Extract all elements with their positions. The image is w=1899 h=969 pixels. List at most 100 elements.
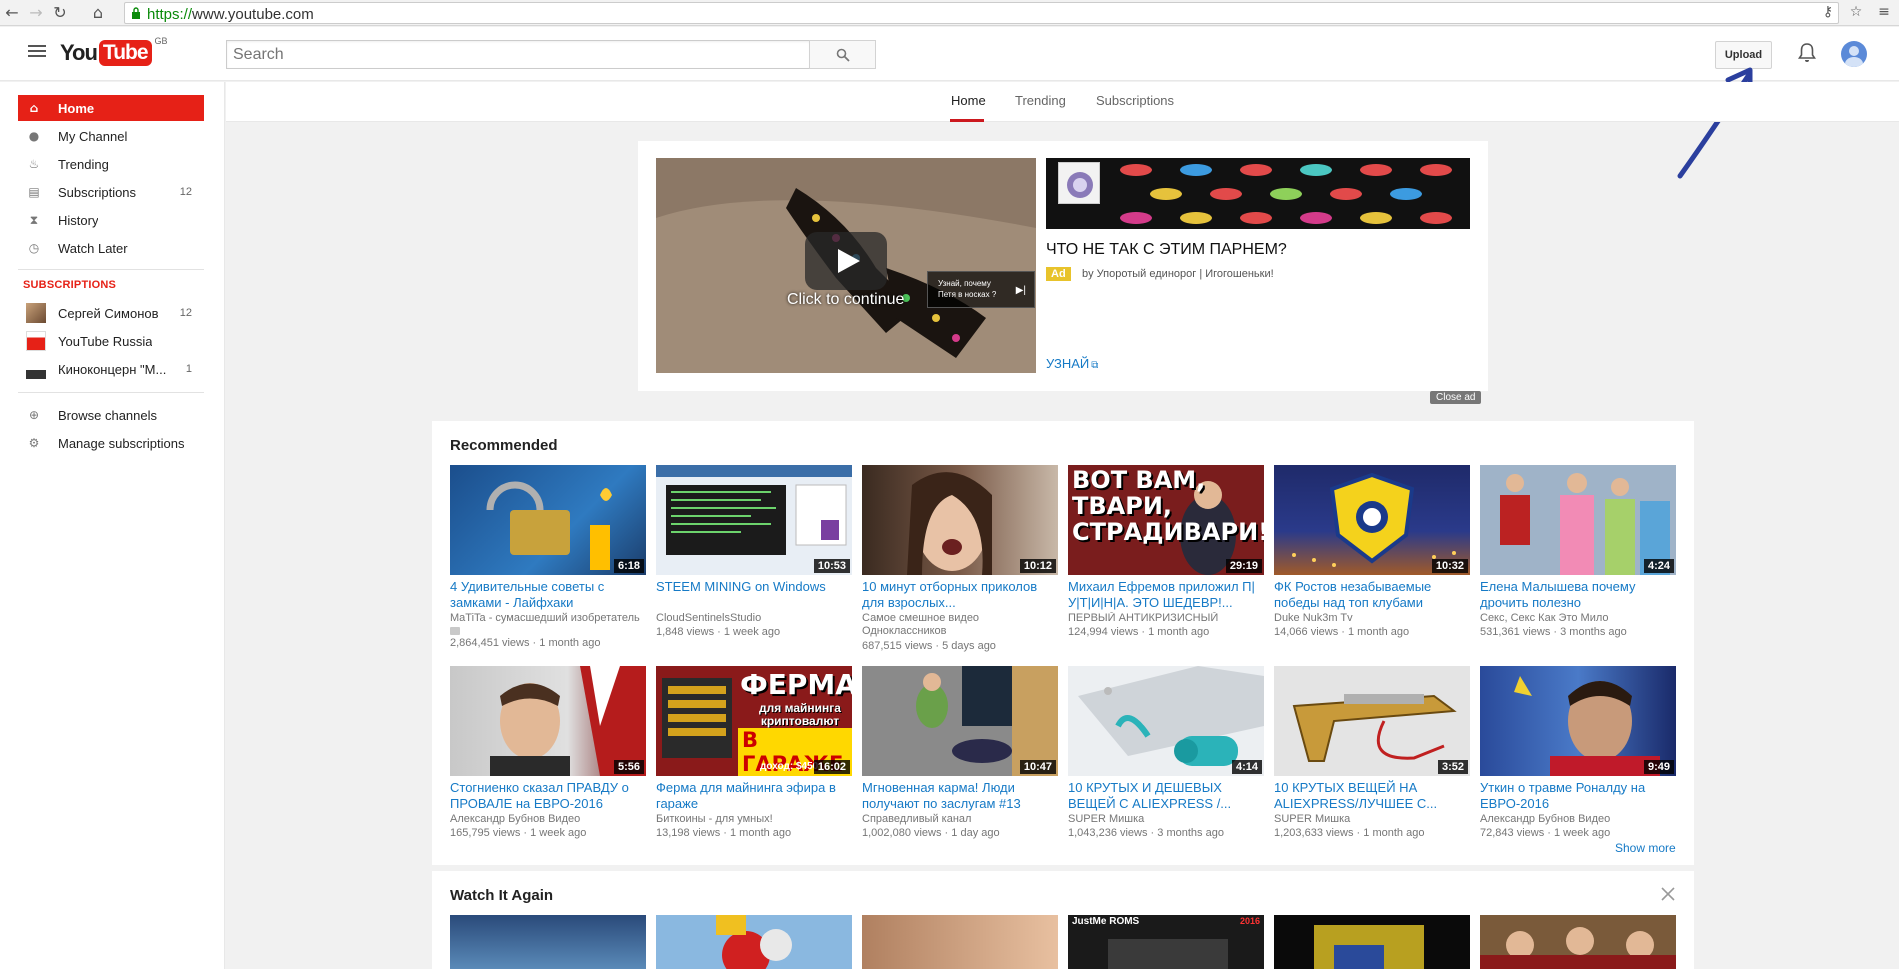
video-channel[interactable]: Справедливый канал [862,813,1058,825]
video-card[interactable]: 4:14 10 КРУТЫХ И ДЕШЕВЫХ ВЕЩЕЙ С ALIEXPR… [1068,666,1264,839]
video-thumbnail[interactable] [1480,915,1676,969]
video-card[interactable]: 10:53 STEEM MINING on Windows CloudSenti… [656,465,852,638]
video-thumbnail[interactable] [1274,915,1470,969]
video-channel[interactable]: Самое смешное видео Одноклассников [862,612,1058,638]
play-icon[interactable] [805,232,887,290]
video-card[interactable]: ФЕРМА для майнинга криптовалют В ГАРАЖЕ … [656,666,852,839]
video-title[interactable]: Михаил Ефремов приложил П|У|Т|И|Н|А. ЭТО… [1068,579,1264,611]
video-card[interactable]: ВОТ ВАМ, ТВАРИ, СТРАДИВАРИ! 29:19 Михаил… [1068,465,1264,638]
ad-title[interactable]: ЧТО НЕ ТАК С ЭТИМ ПАРНЕМ? [1046,241,1287,259]
tab-trending[interactable]: Trending [1015,93,1066,108]
video-thumbnail[interactable]: JustMe ROMS 2016 [1068,915,1264,969]
sidebar-channel-youtube-russia[interactable]: YouTube Russia [18,328,204,354]
guide-menu-icon[interactable] [28,45,46,61]
ad-channel-avatar[interactable] [1058,162,1100,204]
video-title[interactable]: Елена Малышева почему дрочить полезно [1480,579,1676,611]
video-thumbnail[interactable]: 10:47 [862,666,1058,776]
video-thumbnail[interactable] [450,915,646,969]
subscriptions-heading[interactable]: SUBSCRIPTIONS [23,279,116,291]
video-card[interactable]: 3:52 10 КРУТЫХ ВЕЩЕЙ НА ALIEXPRESS/ЛУЧШЕ… [1274,666,1470,839]
video-card[interactable]: 4:24 Елена Малышева почему дрочить полез… [1480,465,1676,638]
ad-video-player[interactable]: Click to continue Узнай, почему Петя в н… [656,158,1036,373]
video-title[interactable]: 10 КРУТЫХ И ДЕШЕВЫХ ВЕЩЕЙ С ALIEXPRESS /… [1068,780,1264,812]
video-card[interactable]: 5:56 Стогниенко сказал ПРАВДУ о ПРОВАЛЕ … [450,666,646,839]
notifications-bell-icon[interactable] [1797,42,1817,64]
video-channel[interactable]: Duke Nuk3m Tv [1274,612,1470,624]
video-thumbnail[interactable]: 4:24 [1480,465,1676,575]
video-channel[interactable]: MaTiTa - сумасшедший изобретатель [450,612,646,624]
key-icon[interactable]: ⚷ [1819,3,1837,21]
video-title[interactable]: 10 минут отборных приколов для взрослых.… [862,579,1058,611]
video-channel[interactable]: Секс, Секс Как Это Мило [1480,612,1676,624]
video-channel[interactable]: SUPER Мишка [1068,813,1264,825]
video-channel[interactable]: SUPER Мишка [1274,813,1470,825]
video-channel[interactable]: Биткоины - для умных! [656,813,852,825]
video-thumbnail[interactable]: ВОТ ВАМ, ТВАРИ, СТРАДИВАРИ! 29:19 [1068,465,1264,575]
click-to-continue-label[interactable]: Click to continue [787,291,904,309]
sidebar-item-label: My Channel [58,128,128,144]
video-title[interactable]: ФК Ростов незабываемые победы над топ кл… [1274,579,1470,611]
sidebar-item-my-channel[interactable]: ● My Channel [18,123,204,149]
forward-icon[interactable]: → [26,3,46,23]
video-thumbnail[interactable]: 10:53 [656,465,852,575]
reload-icon[interactable]: ↻ [50,3,70,23]
sidebar-channel-sergey-simonov[interactable]: Сергей Симонов 12 [18,300,204,326]
video-title[interactable]: Мгновенная карма! Люди получают по заслу… [862,780,1058,812]
address-bar[interactable]: https://www.youtube.com [124,2,1839,24]
ad-channel-banner[interactable] [1046,158,1470,229]
youtube-logo[interactable]: You Tube GB [60,36,168,68]
menu-icon[interactable]: ≡ [1875,3,1893,21]
sidebar-item-trending[interactable]: ♨ Trending [18,151,204,177]
search-input[interactable] [226,40,810,69]
sidebar-item-subscriptions[interactable]: ▤ Subscriptions 12 [18,179,204,205]
video-thumbnail[interactable]: 10:12 [862,465,1058,575]
video-meta: 1,203,633 views · 1 month ago [1274,827,1425,839]
video-card[interactable]: 10:12 10 минут отборных приколов для взр… [862,465,1058,652]
shelf-title[interactable]: Watch It Again [450,887,553,904]
video-title[interactable]: 10 КРУТЫХ ВЕЩЕЙ НА ALIEXPRESS/ЛУЧШЕЕ С..… [1274,780,1470,812]
sidebar-item-watch-later[interactable]: ◷ Watch Later [18,235,204,261]
video-channel[interactable]: CloudSentinelsStudio [656,612,852,624]
video-thumbnail[interactable] [862,915,1058,969]
sidebar-manage-subscriptions[interactable]: ⚙ Manage subscriptions [18,430,204,456]
close-ad-button[interactable]: Close ad [1430,391,1482,404]
video-card[interactable]: 6:18 4 Удивительные советы с замками - Л… [450,465,646,649]
video-thumbnail[interactable]: 4:14 [1068,666,1264,776]
video-thumbnail[interactable]: 6:18 [450,465,646,575]
video-thumbnail[interactable]: 9:49 [1480,666,1676,776]
video-title[interactable]: STEEM MINING on Windows [656,579,852,611]
video-card[interactable]: 9:49 Уткин о травме Роналду на ЕВРО-2016… [1480,666,1676,839]
video-thumbnail[interactable]: 5:56 [450,666,646,776]
account-avatar[interactable] [1841,41,1867,67]
video-card[interactable]: 10:32 ФК Ростов незабываемые победы над … [1274,465,1470,638]
close-icon[interactable] [1660,886,1676,902]
video-thumbnail[interactable]: 10:32 [1274,465,1470,575]
video-channel[interactable]: ПЕРВЫЙ АНТИКРИЗИСНЫЙ [1068,612,1264,624]
show-more-link[interactable]: Show more [1615,841,1676,855]
bookmark-star-icon[interactable]: ☆ [1847,3,1865,21]
tab-home[interactable]: Home [951,93,986,108]
search-button[interactable] [809,40,876,69]
back-icon[interactable]: ← [2,3,22,23]
video-thumbnail[interactable]: ФЕРМА для майнинга криптовалют В ГАРАЖЕ … [656,666,852,776]
ad-link[interactable]: УЗНАЙ ⧉ [1046,356,1098,371]
video-channel[interactable]: Александр Бубнов Видео [450,813,646,825]
video-card[interactable]: 10:47 Мгновенная карма! Люди получают по… [862,666,1058,839]
shelf-title[interactable]: Recommended [450,437,558,454]
sidebar-item-label: Manage subscriptions [58,435,185,451]
sidebar-item-home[interactable]: ⌂ Home [18,95,204,121]
video-channel[interactable]: Александр Бубнов Видео [1480,813,1676,825]
sidebar-browse-channels[interactable]: ⊕ Browse channels [18,402,204,428]
sidebar-channel-kinokontsern[interactable]: Киноконцерн "М... 1 [18,356,204,382]
video-thumbnail[interactable]: 3:52 [1274,666,1470,776]
ad-teaser-box[interactable]: Узнай, почему Петя в носках ? ▶| [927,271,1035,308]
video-title[interactable]: 4 Удивительные советы с замками - Лайфха… [450,579,646,611]
video-thumbnail[interactable] [656,915,852,969]
video-meta: 1,848 views · 1 week ago [656,626,781,638]
video-title[interactable]: Уткин о травме Роналду на ЕВРО-2016 [1480,780,1676,812]
video-title[interactable]: Ферма для майнинга эфира в гараже [656,780,852,812]
home-icon[interactable]: ⌂ [88,3,108,23]
sidebar-item-history[interactable]: ⧗ History [18,207,204,233]
video-title[interactable]: Стогниенко сказал ПРАВДУ о ПРОВАЛЕ на ЕВ… [450,780,646,812]
tab-subscriptions[interactable]: Subscriptions [1096,93,1174,108]
